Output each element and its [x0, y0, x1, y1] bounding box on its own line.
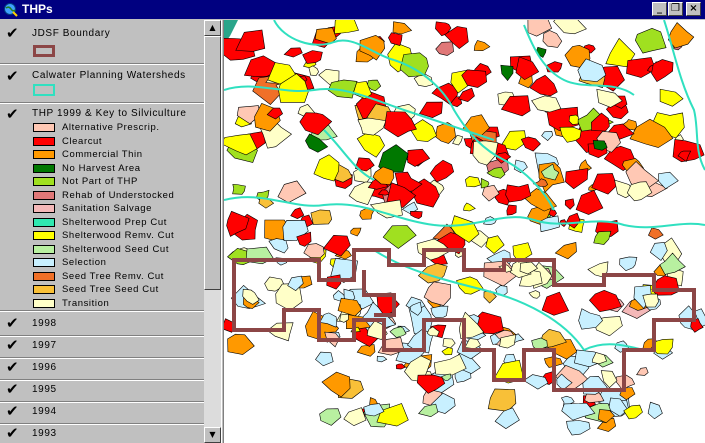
theme-name-thp-1999: THP 1999 & Key to Silviculture	[32, 108, 187, 119]
globe-icon	[4, 3, 18, 17]
theme-checkbox-1997[interactable]: ✔	[6, 336, 22, 354]
table-of-contents: ✔ JDSF Boundary ✔ Calwater Planning Wate…	[0, 20, 204, 443]
thp-parcel[interactable]	[310, 209, 333, 225]
checkmark-icon: ✔	[6, 105, 19, 123]
theme-name-year: 1998	[32, 318, 57, 329]
checkmark-icon: ✔	[6, 402, 19, 420]
legend-label: Shelterwood Prep Cut	[62, 216, 167, 228]
legend-swatch[interactable]	[33, 285, 55, 294]
thp-parcel[interactable]	[232, 184, 246, 195]
legend-label: Seed Tree Seed Cut	[62, 284, 159, 295]
scroll-up-button[interactable]: ▲	[204, 20, 221, 36]
theme-name-year: 1993	[32, 428, 57, 439]
theme-name-year: 1995	[32, 384, 57, 395]
theme-separator	[0, 310, 204, 312]
close-button[interactable]: ×	[686, 2, 701, 16]
legend-label: No Harvest Area	[62, 162, 141, 174]
legend-swatch[interactable]	[33, 177, 55, 186]
theme-separator	[0, 335, 204, 337]
legend-label: Selection	[62, 257, 107, 268]
toc-scrollbar[interactable]: ▲ ▼	[204, 20, 221, 443]
scroll-thumb[interactable]	[204, 36, 221, 290]
theme-checkbox-1998[interactable]: ✔	[6, 314, 22, 332]
theme-checkbox-jdsf-boundary[interactable]: ✔	[6, 24, 22, 42]
theme-separator	[0, 401, 204, 403]
arrow-up-icon: ▲	[209, 23, 216, 32]
checkmark-icon: ✔	[6, 314, 19, 332]
legend-swatch[interactable]	[33, 123, 55, 132]
theme-name-jdsf-boundary: JDSF Boundary	[32, 28, 111, 39]
legend-swatch[interactable]	[33, 150, 55, 159]
checkmark-icon: ✔	[6, 358, 19, 376]
legend-label: Seed Tree Remv. Cut	[62, 270, 165, 282]
legend-swatch[interactable]	[33, 190, 55, 200]
theme-separator	[0, 357, 204, 359]
legend-swatch[interactable]	[33, 204, 55, 213]
legend-swatch[interactable]	[33, 298, 55, 308]
legend-label: Alternative Prescrip.	[62, 122, 160, 133]
restore-button[interactable]: ❐	[668, 2, 683, 16]
legend-label: Commercial Thin	[62, 149, 143, 160]
arrow-down-icon: ▼	[209, 430, 216, 439]
checkmark-icon: ✔	[6, 24, 19, 42]
checkmark-icon: ✔	[6, 336, 19, 354]
minimize-button[interactable]: _	[652, 2, 667, 16]
legend-label: Transition	[62, 297, 110, 309]
legend-label: Sanitation Salvage	[62, 203, 153, 214]
legend-label: Shelterwood Remv. Cut	[62, 230, 175, 241]
theme-name-year: 1994	[32, 406, 57, 417]
thp-parcel[interactable]	[592, 140, 608, 151]
thp-parcel[interactable]	[465, 176, 481, 188]
thp-map[interactable]	[224, 20, 705, 443]
theme-checkbox-1996[interactable]: ✔	[6, 358, 22, 376]
theme-name-year: 1997	[32, 340, 57, 351]
legend-swatch[interactable]	[33, 258, 55, 267]
window-title-bar[interactable]: THPs _ ❐ ×	[0, 0, 705, 19]
legend-swatch[interactable]	[33, 217, 55, 227]
window-title: THPs	[22, 2, 53, 16]
watershed-swatch	[33, 84, 55, 96]
restore-icon: ❐	[671, 3, 680, 14]
theme-separator	[0, 102, 204, 104]
theme-checkbox-1993[interactable]: ✔	[6, 424, 22, 442]
boundary-swatch	[33, 45, 55, 57]
thp-parcel[interactable]	[430, 305, 449, 318]
legend-label: Not Part of THP	[62, 176, 138, 187]
legend-swatch[interactable]	[33, 136, 55, 146]
legend-swatch[interactable]	[33, 244, 55, 254]
theme-checkbox-calwater[interactable]: ✔	[6, 67, 22, 85]
legend-label: Shelterwood Seed Cut	[62, 243, 170, 255]
theme-separator	[0, 379, 204, 381]
checkmark-icon: ✔	[6, 424, 19, 442]
minimize-icon: _	[657, 3, 662, 14]
legend-label: Rehab of Understocked	[62, 189, 175, 201]
map-view[interactable]	[224, 20, 705, 443]
checkmark-icon: ✔	[6, 380, 19, 398]
theme-separator	[0, 423, 204, 425]
legend-swatch[interactable]	[33, 231, 55, 240]
scroll-down-button[interactable]: ▼	[204, 427, 221, 443]
theme-checkbox-1994[interactable]: ✔	[6, 402, 22, 420]
checkmark-icon: ✔	[6, 67, 19, 85]
thp-parcel[interactable]	[531, 337, 548, 350]
theme-checkbox-thp-1999[interactable]: ✔	[6, 105, 22, 123]
close-icon: ×	[689, 3, 698, 14]
theme-name-calwater: Calwater Planning Watersheds	[32, 70, 186, 81]
theme-separator	[0, 63, 204, 65]
theme-checkbox-1995[interactable]: ✔	[6, 380, 22, 398]
legend-swatch[interactable]	[33, 271, 55, 281]
legend-label: Clearcut	[62, 135, 103, 147]
theme-name-year: 1996	[32, 362, 57, 373]
legend-swatch[interactable]	[33, 163, 55, 173]
